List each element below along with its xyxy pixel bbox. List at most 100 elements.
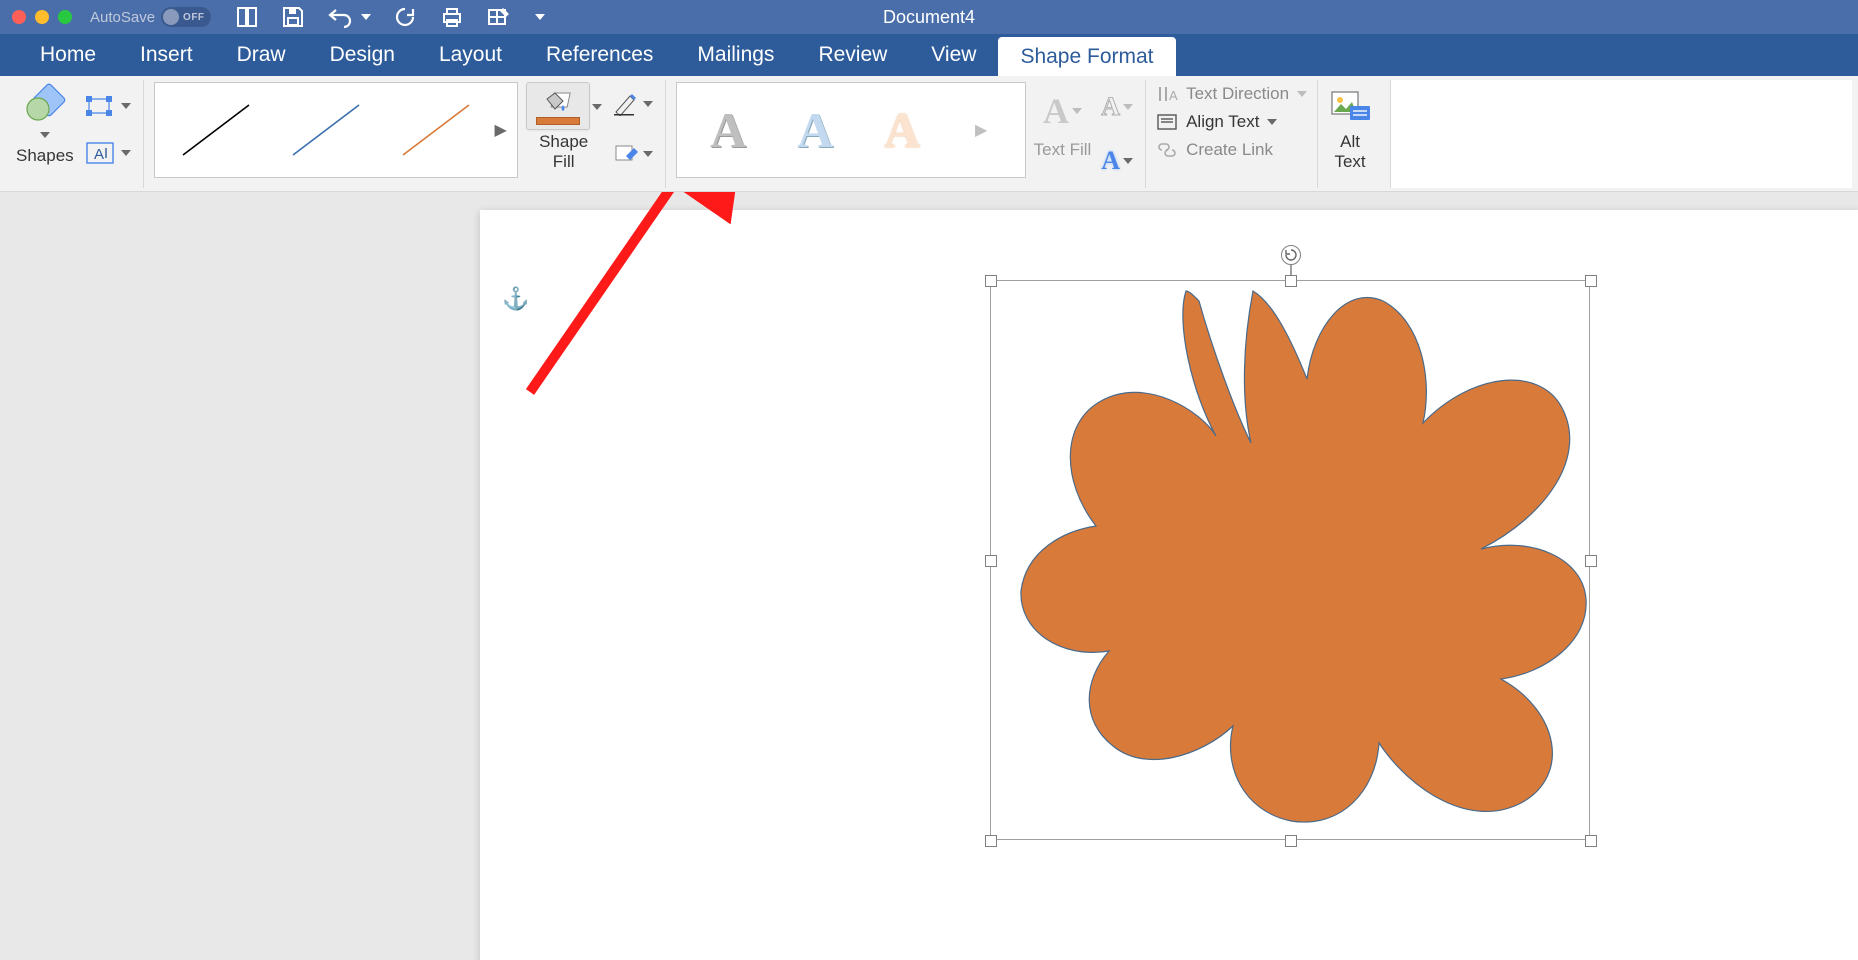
tab-design[interactable]: Design [308,34,417,76]
align-text-button[interactable]: Align Text [1156,112,1307,132]
edit-shape-button[interactable] [82,88,133,124]
autosave-toggle[interactable]: OFF [161,7,211,27]
align-text-icon [1156,113,1178,131]
link-icon [1156,141,1178,159]
close-window-button[interactable] [12,10,26,24]
rotate-handle[interactable] [1281,245,1301,265]
text-direction-button[interactable]: A Text Direction [1156,84,1307,104]
shape-selection-box[interactable] [990,280,1590,840]
group-accessibility: Alt Text [1318,80,1382,188]
text-outline-a-icon: A [1101,92,1120,122]
maximize-window-button[interactable] [58,10,72,24]
shapes-label: Shapes [16,146,74,166]
shape-effects-caret [643,151,653,157]
text-fill-button[interactable]: A [1041,86,1084,136]
wordart-more-button[interactable]: ▶ [971,86,991,174]
text-direction-label: Text Direction [1186,84,1289,104]
qat-customize-caret[interactable] [535,14,545,20]
quick-access-toolbar [235,6,545,28]
group-insert-shapes: Shapes A [6,80,144,188]
edit-shape-caret [121,103,131,109]
document-page[interactable]: ⚓ [480,210,1858,960]
ribbon: Shapes A [0,76,1858,192]
wordart-style-1[interactable]: A [710,101,746,159]
shape-style-2[interactable] [271,86,381,174]
create-link-label: Create Link [1186,140,1273,160]
text-direction-icon: A [1156,84,1178,104]
text-effects-a-icon: A [1101,146,1120,176]
tab-layout[interactable]: Layout [417,34,524,76]
minimize-window-button[interactable] [35,10,49,24]
text-fill-label: Text Fill [1034,140,1092,160]
text-box-icon: A [84,140,118,166]
shape-outline-button[interactable] [610,88,655,120]
document-title: Document4 [883,7,975,27]
text-fill-a-icon: A [1043,90,1069,132]
text-fill-caret [1072,108,1082,114]
tab-home[interactable]: Home [18,34,118,76]
tab-references[interactable]: References [524,34,675,76]
freeform-shape[interactable] [991,281,1591,841]
edit-shape-icon [84,92,118,120]
wordart-gallery[interactable]: A A A ▶ [676,82,1026,178]
redo-icon[interactable] [393,6,417,28]
align-text-label: Align Text [1186,112,1259,132]
anchor-icon: ⚓ [502,286,529,312]
text-outline-button[interactable]: A [1099,88,1135,126]
print-icon[interactable] [439,6,465,28]
shape-edit-buttons: A [82,82,133,170]
tab-draw[interactable]: Draw [215,34,308,76]
svg-text:A: A [94,146,104,163]
tab-mailings[interactable]: Mailings [675,34,796,76]
text-fill-column: A Text Fill [1034,82,1092,160]
shape-style-gallery[interactable]: ▶ [154,82,518,178]
align-text-caret [1267,119,1277,125]
shape-fill-label: Shape Fill [539,132,588,171]
ribbon-tabs: Home Insert Draw Design Layout Reference… [0,34,1858,76]
alt-text-button[interactable]: Alt Text [1328,82,1372,171]
text-box-caret [121,150,131,156]
tab-view[interactable]: View [909,34,998,76]
text-box-button[interactable]: A [82,136,133,170]
shape-fill-caret[interactable] [592,104,602,110]
title-bar: AutoSave OFF Document4 [0,0,1858,34]
save-icon[interactable] [281,6,305,28]
outline-effects-column [610,82,655,170]
text-effects-button[interactable]: A [1099,142,1135,180]
document-area: ⚓ [0,192,1858,960]
text-outline-caret [1123,104,1133,110]
create-link-button[interactable]: Create Link [1156,140,1307,160]
ribbon-remainder [1390,80,1852,188]
text-effects-caret [1123,158,1133,164]
shape-style-3[interactable] [381,86,491,174]
alt-text-label: Alt Text [1334,132,1365,171]
text-outline-effects-column: A A [1099,82,1135,180]
shapes-button[interactable]: Shapes [16,82,74,166]
autosave-knob [163,9,179,25]
group-shape-styles: ▶ Shape Fill [144,80,666,188]
effects-icon [612,142,640,166]
autosave-state: OFF [183,12,205,23]
svg-text:A: A [1169,88,1178,103]
table-edit-icon[interactable] [487,6,513,28]
tab-insert[interactable]: Insert [118,34,215,76]
shape-outline-caret [643,101,653,107]
wordart-style-2[interactable]: A [797,101,833,159]
shape-style-more-button[interactable]: ▶ [491,86,511,174]
text-direction-caret [1297,91,1307,97]
tab-shape-format[interactable]: Shape Format [998,37,1175,76]
shapes-icon [23,82,67,126]
shapes-caret-icon [40,132,50,138]
wordart-style-3[interactable]: A [884,101,920,159]
file-icon[interactable] [235,6,259,28]
tab-review[interactable]: Review [796,34,909,76]
shape-effects-button[interactable] [610,138,655,170]
shape-style-1[interactable] [161,86,271,174]
shape-fill-swatch [536,117,580,125]
group-text: A Text Direction Align Text Create Link [1146,80,1318,188]
undo-icon[interactable] [327,6,353,28]
window-controls [12,10,72,24]
undo-dropdown-caret[interactable] [361,14,371,20]
shape-fill-button[interactable] [526,82,590,130]
group-wordart-styles: A A A ▶ A Text Fill A A [666,80,1146,188]
